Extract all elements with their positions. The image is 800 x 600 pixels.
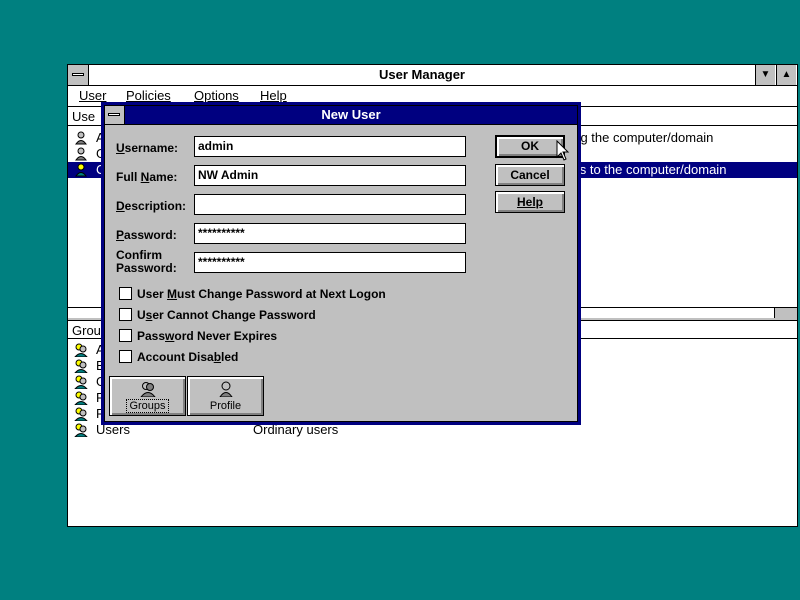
maximize-button[interactable]: ▲ (776, 65, 796, 85)
system-menu-button[interactable] (68, 65, 89, 85)
password-field[interactable]: ********** (194, 223, 466, 244)
profile-button-label: Profile (209, 400, 242, 412)
menu-options[interactable]: Options (194, 88, 239, 103)
group-icon (74, 391, 88, 405)
description-label: Description: (116, 199, 187, 213)
confirm-password-label: Confirm Password: (116, 248, 177, 275)
checkbox-label: Password Never Expires (137, 329, 278, 343)
full-name-field[interactable]: NW Admin (194, 165, 466, 186)
help-button-label: Help (516, 195, 543, 209)
user-icon (75, 131, 87, 145)
group-icon (74, 343, 88, 357)
dialog-titlebar[interactable]: New User (105, 106, 577, 125)
profile-icon (219, 381, 233, 397)
username-label: Username: (116, 141, 179, 155)
password-label: Password: (116, 228, 177, 242)
user-description: ring the computer/domain (566, 130, 714, 145)
user-icon (75, 147, 87, 161)
menu-user[interactable]: User (79, 88, 106, 103)
checkbox-label: Account Disabled (137, 350, 239, 364)
menu-help-label: Help (260, 88, 287, 103)
dialog-body: New User Username: admin Full Name: NW A… (104, 105, 578, 422)
checkbox-box[interactable] (119, 287, 132, 300)
menu-user-label: User (79, 88, 107, 103)
checkbox-label: User Must Change Password at Next Logon (137, 287, 386, 301)
user-description: ess to the computer/domain (566, 162, 727, 177)
checkbox-box[interactable] (119, 308, 132, 321)
username-column-header: Use (72, 109, 96, 124)
menu-help[interactable]: Help (260, 88, 287, 103)
checkbox-label: User Cannot Change Password (137, 308, 316, 322)
group-icon (74, 375, 88, 389)
new-user-dialog: New User Username: admin Full Name: NW A… (101, 102, 581, 425)
system-menu-icon (108, 113, 120, 116)
username-field[interactable]: admin (194, 136, 466, 157)
ok-button[interactable]: OK (495, 135, 565, 158)
dialog-system-menu-button[interactable] (105, 106, 125, 124)
group-icon (74, 423, 88, 437)
dialog-title: New User (321, 107, 381, 122)
help-button[interactable]: Help (495, 191, 565, 213)
confirm-password-field[interactable]: ********** (194, 252, 466, 273)
checkbox-box[interactable] (119, 350, 132, 363)
scrollbar-thumb[interactable] (774, 308, 797, 318)
groups-button-label: Groups (110, 399, 185, 413)
description-field[interactable] (194, 194, 466, 215)
user-icon (75, 163, 87, 177)
cancel-button[interactable]: Cancel (495, 164, 565, 186)
group-column-header: Grou (72, 323, 101, 338)
profile-button[interactable]: Profile (187, 376, 264, 416)
mouse-cursor-icon (556, 140, 570, 161)
menu-options-label: Options (194, 88, 239, 103)
minimize-button[interactable]: ▼ (755, 65, 775, 85)
group-icon (74, 359, 88, 373)
groups-icon (140, 382, 156, 397)
menu-policies[interactable]: Policies (126, 88, 171, 103)
group-icon (74, 407, 88, 421)
checkbox-box[interactable] (119, 329, 132, 342)
menu-policies-label: Policies (126, 88, 171, 103)
main-window-title: User Manager (379, 67, 465, 82)
system-menu-icon (72, 73, 84, 76)
main-titlebar[interactable]: User Manager ▼ ▲ (68, 65, 797, 86)
full-name-label: Full Name: (116, 170, 178, 184)
groups-button[interactable]: Groups (109, 376, 186, 416)
